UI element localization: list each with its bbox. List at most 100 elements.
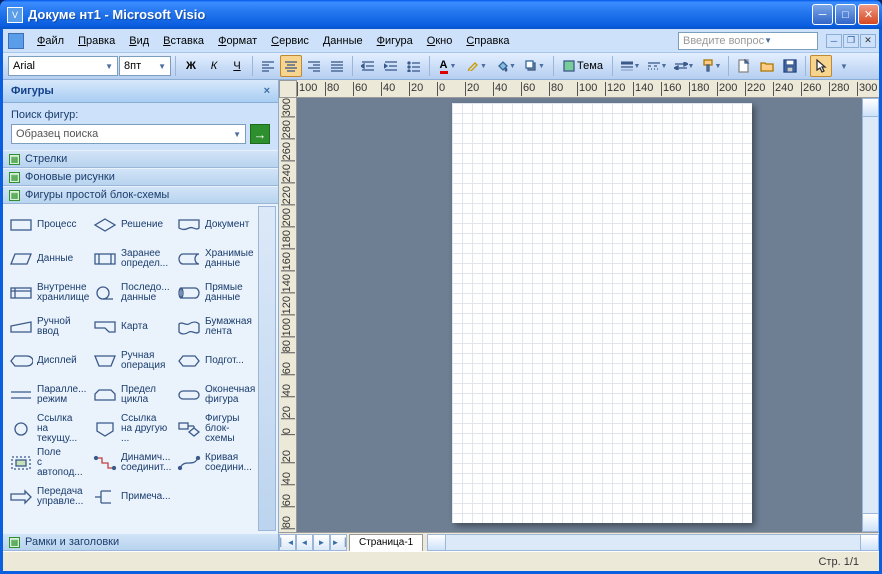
shape-item[interactable]: Карта bbox=[89, 310, 173, 344]
stencil-header[interactable]: ▦Рамки и заголовки bbox=[3, 533, 278, 551]
visio-icon[interactable] bbox=[8, 33, 24, 49]
shape-item[interactable]: Криваясоедини... bbox=[173, 446, 257, 480]
format-painter-button[interactable]: ▼ bbox=[698, 55, 724, 77]
doc-minimize-button[interactable]: ─ bbox=[826, 34, 842, 48]
font-size-selector[interactable]: 8пт▼ bbox=[119, 56, 171, 76]
shape-item[interactable]: Последо...данные bbox=[89, 276, 173, 310]
shape-item[interactable]: Ручнойввод bbox=[5, 310, 89, 344]
italic-button[interactable]: К bbox=[203, 55, 225, 77]
drawing-canvas[interactable] bbox=[297, 98, 862, 532]
increase-indent-button[interactable] bbox=[380, 55, 402, 77]
align-left-button[interactable] bbox=[257, 55, 279, 77]
align-justify-button[interactable] bbox=[326, 55, 348, 77]
shape-item[interactable]: Ссылкана текущу... bbox=[5, 412, 89, 446]
stencil-header[interactable]: ▦Фигуры простой блок-схемы bbox=[3, 186, 278, 204]
shape-item[interactable]: Пределцикла bbox=[89, 378, 173, 412]
shape-item[interactable]: Прямыеданные bbox=[173, 276, 257, 310]
menu-окно[interactable]: Окно bbox=[420, 32, 460, 50]
shape-item[interactable]: Ручнаяоперация bbox=[89, 344, 173, 378]
horizontal-scrollbar[interactable] bbox=[427, 534, 879, 551]
bold-button[interactable]: Ж bbox=[180, 55, 202, 77]
status-bar: Стр. 1/1 bbox=[3, 551, 879, 571]
page-tab[interactable]: Страница-1 bbox=[349, 534, 423, 551]
horizontal-ruler: 1008060402002040608010012014016018020022… bbox=[297, 80, 879, 98]
shape-item[interactable]: Полес автопод... bbox=[5, 446, 89, 480]
line-color-button[interactable]: ▼ bbox=[463, 55, 491, 77]
tab-nav-next-button[interactable]: ► bbox=[313, 534, 330, 551]
shape-item[interactable]: Паралле...режим bbox=[5, 378, 89, 412]
shape-icon bbox=[176, 215, 202, 235]
fill-color-button[interactable]: ▼ bbox=[492, 55, 520, 77]
shape-icon bbox=[92, 215, 118, 235]
menu-фигура[interactable]: Фигура bbox=[370, 32, 420, 50]
shape-icon bbox=[8, 249, 34, 269]
stencil-header[interactable]: ▦Фоновые рисунки bbox=[3, 168, 278, 186]
menu-вставка[interactable]: Вставка bbox=[156, 32, 211, 50]
doc-restore-button[interactable]: ❐ bbox=[843, 34, 859, 48]
shape-icon bbox=[176, 317, 202, 337]
maximize-button[interactable]: □ bbox=[835, 4, 856, 25]
menu-правка[interactable]: Правка bbox=[71, 32, 122, 50]
shapes-pane-close-icon[interactable]: × bbox=[264, 85, 270, 97]
search-go-button[interactable]: → bbox=[250, 124, 270, 144]
underline-button[interactable]: Ч bbox=[226, 55, 248, 77]
shape-item[interactable]: Бумажнаялента bbox=[173, 310, 257, 344]
tab-nav-last-button[interactable]: ►▕ bbox=[330, 534, 347, 551]
shape-item[interactable]: Ссылкана другую ... bbox=[89, 412, 173, 446]
pointer-tool-button[interactable] bbox=[810, 55, 832, 77]
shape-icon bbox=[92, 453, 118, 473]
font-selector[interactable]: Arial▼ bbox=[8, 56, 118, 76]
shape-search-input[interactable]: Образец поиска▼ bbox=[11, 124, 246, 144]
menu-вид[interactable]: Вид bbox=[122, 32, 156, 50]
shape-item[interactable]: Подгот... bbox=[173, 344, 257, 378]
shapes-pane-title: Фигуры × bbox=[3, 80, 278, 103]
shape-item[interactable]: Данные bbox=[5, 242, 89, 276]
page-tab-bar: ▏◄ ◄ ► ►▕ Страница-1 bbox=[279, 532, 879, 551]
doc-close-button[interactable]: ✕ bbox=[860, 34, 876, 48]
close-button[interactable]: ✕ bbox=[858, 4, 879, 25]
page-indicator: Стр. 1/1 bbox=[818, 556, 859, 568]
align-right-button[interactable] bbox=[303, 55, 325, 77]
shape-item[interactable]: Динамич...соединит... bbox=[89, 446, 173, 480]
toolbar-overflow-button[interactable]: ▼ bbox=[833, 55, 855, 77]
vertical-scrollbar[interactable] bbox=[862, 98, 879, 532]
line-pattern-button[interactable]: ▼ bbox=[644, 55, 670, 77]
shape-item[interactable]: Примеча... bbox=[89, 480, 173, 514]
line-ends-button[interactable]: ▼ bbox=[671, 55, 697, 77]
shape-icon bbox=[176, 453, 202, 473]
stencil-header[interactable]: ▦Стрелки bbox=[3, 150, 278, 168]
shadow-button[interactable]: ▼ bbox=[521, 55, 549, 77]
shape-item[interactable]: Дисплей bbox=[5, 344, 89, 378]
page[interactable] bbox=[452, 103, 752, 523]
menu-данные[interactable]: Данные bbox=[316, 32, 370, 50]
menu-файл[interactable]: Файл bbox=[30, 32, 71, 50]
minimize-button[interactable]: ─ bbox=[812, 4, 833, 25]
bullets-button[interactable] bbox=[403, 55, 425, 77]
shape-item[interactable]: Решение bbox=[89, 208, 173, 242]
line-style-button[interactable]: ▼ bbox=[617, 55, 643, 77]
theme-button[interactable]: Тема bbox=[558, 55, 608, 77]
formatting-toolbar: Arial▼ 8пт▼ Ж К Ч A▼ ▼ ▼ ▼ Тема ▼ ▼ ▼ ▼ … bbox=[3, 53, 879, 80]
shapes-pane: Фигуры × Поиск фигур: Образец поиска▼ → … bbox=[3, 80, 279, 551]
new-button[interactable] bbox=[733, 55, 755, 77]
shape-item[interactable]: Процесс bbox=[5, 208, 89, 242]
align-center-button[interactable] bbox=[280, 55, 302, 77]
shape-item[interactable]: Внутреннехранилище bbox=[5, 276, 89, 310]
shape-item[interactable]: Заранееопредел... bbox=[89, 242, 173, 276]
shape-icon bbox=[8, 419, 34, 439]
ask-question-box[interactable]: Введите вопрос▼ bbox=[678, 32, 818, 50]
font-color-button[interactable]: A▼ bbox=[434, 55, 462, 77]
menu-формат[interactable]: Формат bbox=[211, 32, 264, 50]
decrease-indent-button[interactable] bbox=[357, 55, 379, 77]
shape-item[interactable]: Оконечнаяфигура bbox=[173, 378, 257, 412]
shape-item[interactable]: Хранимыеданные bbox=[173, 242, 257, 276]
tab-nav-first-button[interactable]: ▏◄ bbox=[279, 534, 296, 551]
shape-item[interactable]: Передачауправле... bbox=[5, 480, 89, 514]
tab-nav-prev-button[interactable]: ◄ bbox=[296, 534, 313, 551]
shape-item[interactable]: Документ bbox=[173, 208, 257, 242]
menu-справка[interactable]: Справка bbox=[459, 32, 516, 50]
shape-item[interactable]: Фигурыблок-схемы bbox=[173, 412, 257, 446]
menu-сервис[interactable]: Сервис bbox=[264, 32, 316, 50]
open-button[interactable] bbox=[756, 55, 778, 77]
save-button[interactable] bbox=[779, 55, 801, 77]
